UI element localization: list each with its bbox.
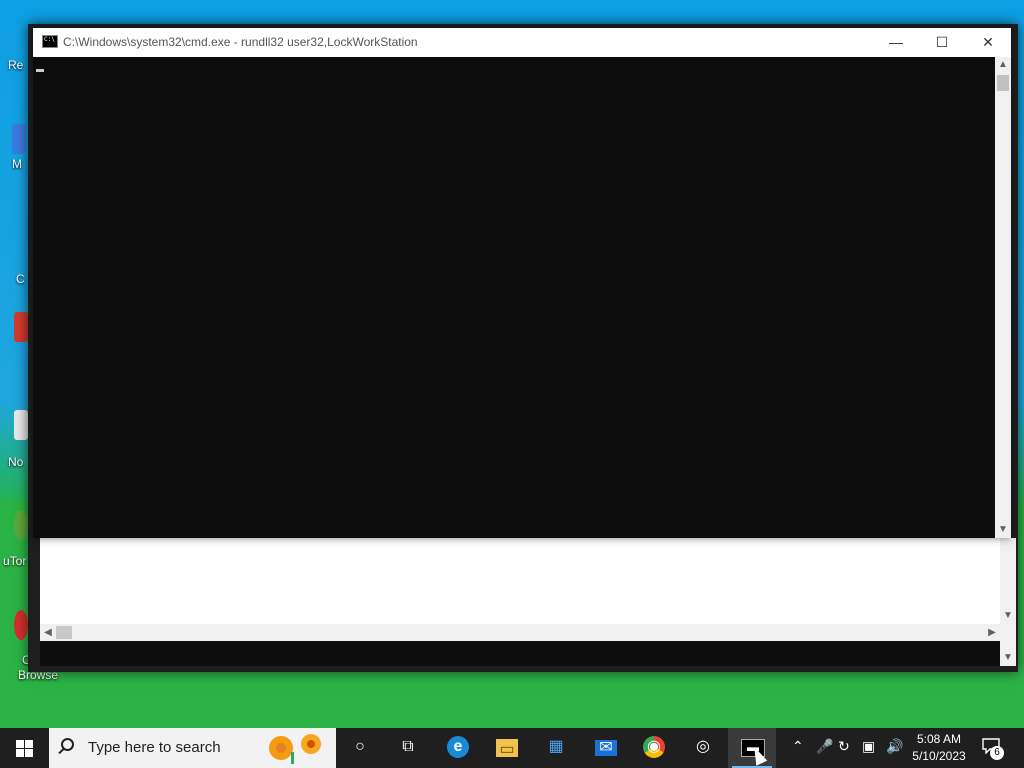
close-button[interactable]: ✕ xyxy=(965,28,1011,57)
desktop-icon-label[interactable]: Re xyxy=(8,58,23,72)
background-vertical-scrollbar[interactable]: ▼ ▼ xyxy=(1000,538,1016,666)
obs-icon: ◎ xyxy=(696,738,710,755)
cmd-app-icon[interactable] xyxy=(42,35,58,48)
windows-logo-icon xyxy=(25,740,33,748)
scroll-down-icon[interactable]: ▼ xyxy=(995,522,1011,538)
windows-logo-icon xyxy=(25,749,33,757)
clock-date: 5/10/2023 xyxy=(912,749,966,763)
obs-button[interactable]: ◎ xyxy=(679,728,727,768)
edge-icon: e xyxy=(447,736,469,758)
desktop-app-icon[interactable] xyxy=(14,610,28,640)
cortana-icon: ○ xyxy=(355,738,365,755)
scroll-thumb[interactable] xyxy=(56,626,72,639)
scroll-down-icon[interactable]: ▼ xyxy=(1000,608,1016,624)
search-placeholder: Type here to search xyxy=(88,739,221,756)
scroll-right-icon[interactable]: ▶ xyxy=(984,624,1000,641)
chrome-button[interactable]: ◉ xyxy=(630,728,678,768)
background-window-console xyxy=(40,641,1000,666)
scroll-down-icon[interactable]: ▼ xyxy=(1000,650,1016,666)
minimize-button[interactable]: — xyxy=(873,28,919,57)
search-icon xyxy=(61,738,74,751)
scroll-left-icon[interactable]: ◀ xyxy=(40,624,56,641)
horizontal-scrollbar[interactable]: ◀ ▶ xyxy=(40,624,1000,641)
title-bar[interactable]: C:\Windows\system32\cmd.exe - rundll32 u… xyxy=(33,28,1011,57)
scroll-thumb[interactable] xyxy=(997,75,1009,91)
volume-icon[interactable]: 🔊 xyxy=(886,738,903,755)
store-button[interactable]: ▦ xyxy=(532,728,580,768)
text-cursor xyxy=(36,69,44,72)
scroll-up-icon[interactable]: ▲ xyxy=(995,57,1011,73)
desktop-icon-label[interactable]: M xyxy=(12,157,22,171)
windows-logo-icon xyxy=(16,749,24,757)
search-box[interactable]: Type here to search xyxy=(49,728,336,768)
notification-count-badge: 6 xyxy=(990,746,1004,760)
console-output[interactable] xyxy=(33,57,995,538)
search-highlight-flower-icon xyxy=(269,734,321,764)
desktop-app-icon[interactable] xyxy=(14,312,28,342)
cmd-window[interactable]: C:\Windows\system32\cmd.exe - rundll32 u… xyxy=(33,28,1011,538)
mail-icon: ✉ xyxy=(595,740,617,756)
maximize-button[interactable]: ☐ xyxy=(919,28,965,57)
mail-button[interactable]: ✉ xyxy=(582,728,630,768)
edge-button[interactable]: e xyxy=(434,728,482,768)
cortana-button[interactable]: ○ xyxy=(336,728,384,768)
task-view-button[interactable]: ⧉ xyxy=(384,728,432,768)
clock-time: 5:08 AM xyxy=(916,732,962,746)
desktop-icon-label[interactable]: C xyxy=(16,272,25,286)
file-explorer-button[interactable]: ▭ xyxy=(483,728,531,768)
taskbar: Type here to search ○ ⧉ e ▭ ▦ ✉ ◉ ◎ ▬ ⌃ … xyxy=(0,728,1024,768)
microphone-icon[interactable]: 🎤 xyxy=(816,738,833,755)
windows-logo-icon xyxy=(16,740,24,748)
desktop-icon-label[interactable]: uTor xyxy=(3,554,26,568)
window-title: C:\Windows\system32\cmd.exe - rundll32 u… xyxy=(63,35,418,49)
chevron-up-icon[interactable]: ⌃ xyxy=(792,738,804,755)
chrome-icon: ◉ xyxy=(643,736,665,758)
sync-icon[interactable]: ↻ xyxy=(838,738,850,755)
desktop-app-icon[interactable] xyxy=(12,124,26,154)
desktop-app-icon[interactable] xyxy=(14,410,28,440)
file-explorer-icon: ▭ xyxy=(496,739,518,758)
store-icon: ▦ xyxy=(548,738,564,755)
background-window-content xyxy=(40,538,1000,624)
desktop-icon-label[interactable]: No xyxy=(8,455,23,469)
clock[interactable]: 5:08 AM 5/10/2023 xyxy=(908,731,970,765)
start-button[interactable] xyxy=(0,728,48,768)
notification-button[interactable]: 6 xyxy=(982,738,1004,760)
network-icon[interactable]: ▣ xyxy=(862,738,875,755)
vertical-scrollbar[interactable]: ▲ ▼ xyxy=(995,57,1011,538)
task-view-icon: ⧉ xyxy=(402,738,414,755)
desktop-app-icon[interactable] xyxy=(14,510,28,540)
